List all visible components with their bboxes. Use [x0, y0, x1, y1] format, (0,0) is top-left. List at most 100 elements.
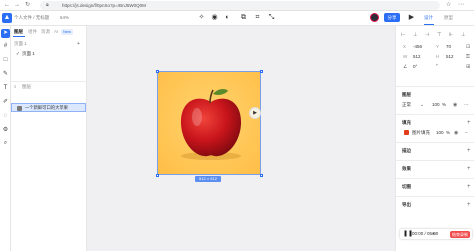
export-section-title: 导出 — [402, 202, 411, 207]
tab-assets[interactable]: 资源 — [41, 29, 50, 35]
address-bar[interactable]: 🔒︎ https://js.design/f/0pnSo?p=rBnJ5W0Q0… — [40, 1, 440, 10]
corner-radius-icon: ⌜ — [436, 64, 439, 70]
search-icon[interactable]: ⌕ — [1, 139, 10, 148]
divider — [396, 86, 474, 87]
resize-icon[interactable]: ⤡ — [267, 14, 276, 22]
back-arrow-icon[interactable]: ← — [4, 2, 10, 9]
tab-underline — [424, 24, 434, 25]
add-slice-icon[interactable]: + — [467, 184, 471, 190]
layer-name: 一个新鲜可口的大苹果 — [25, 105, 68, 110]
text-tool-icon[interactable]: T — [1, 84, 10, 93]
mask-icon[interactable]: ◉ — [210, 14, 219, 22]
align-left-icon[interactable]: ⊢ — [401, 32, 405, 38]
opacity-input[interactable]: 100 — [432, 102, 440, 108]
align-middle-icon[interactable]: ⊩ — [449, 32, 453, 38]
more-icon[interactable]: ⋯ — [458, 2, 464, 9]
canvas[interactable]: ▶ 512 × 512 — [88, 26, 394, 251]
divider — [396, 160, 474, 161]
move-tool-icon[interactable]: ➤ — [1, 29, 10, 38]
tab-layers[interactable]: 图层 — [14, 29, 23, 35]
pages-label[interactable]: 页面 1 — [14, 41, 27, 47]
y-input[interactable]: 70 — [446, 44, 451, 50]
h-input[interactable]: 512 — [446, 54, 454, 60]
plugin-tool-icon[interactable]: ⚙ — [1, 126, 10, 135]
forward-arrow-icon[interactable]: → — [14, 2, 20, 9]
stop-recording-button[interactable]: 结束录制 — [450, 230, 470, 238]
brush-tool-icon[interactable]: ✐ — [1, 98, 10, 107]
avatar[interactable] — [370, 13, 379, 22]
resize-handle[interactable] — [259, 69, 263, 73]
image-fill-swatch[interactable] — [404, 130, 409, 135]
chevron-right-icon[interactable]: ▶ — [249, 107, 261, 119]
image-frame[interactable] — [157, 71, 261, 175]
chevron-down-icon[interactable]: ⌄ — [420, 102, 424, 108]
breadcrumb[interactable]: 个人文件 / 无标题 — [14, 15, 49, 21]
frame-size-label: 512 × 512 — [195, 176, 221, 182]
x-input[interactable]: -456 — [413, 44, 422, 50]
component-icon[interactable]: ✧ — [197, 14, 206, 22]
remove-icon[interactable]: − — [465, 130, 468, 136]
tab-design[interactable]: 设计 — [424, 15, 433, 21]
microphone-icon[interactable]: ● — [432, 230, 435, 238]
contrast-icon[interactable]: ◐ — [223, 14, 232, 22]
shape-tool-icon[interactable]: □ — [1, 56, 10, 65]
bookmark-icon[interactable]: ☆ — [446, 2, 451, 9]
recording-player: ❚❚ 00:00 / 05:00 ● 结束录制 — [400, 229, 472, 239]
properties-panel: ⊢ ⊥ ⊣ ⊤ ⊩ ⊥ X -456 Y 70 ⊡ W 512 H 512 ⚿ … — [395, 26, 474, 251]
align-right-icon[interactable]: ⊣ — [425, 32, 429, 38]
add-page-icon[interactable]: + — [77, 41, 80, 47]
add-export-icon[interactable]: + — [467, 202, 471, 208]
add-fill-icon[interactable]: + — [467, 120, 471, 126]
frame-tool-icon[interactable]: # — [1, 42, 10, 51]
eye-icon[interactable]: ◉ — [453, 102, 457, 108]
align-center-icon[interactable]: ⊥ — [413, 32, 417, 38]
eye-icon[interactable]: ◉ — [454, 130, 458, 136]
add-stroke-icon[interactable]: + — [467, 148, 471, 154]
browser-bar: ← → ↻ 🔒︎ https://js.design/f/0pnSo?p=rBn… — [0, 0, 474, 11]
tab-underline — [13, 36, 25, 37]
blend-mode-select[interactable]: 正常 — [402, 102, 411, 108]
y-label: Y — [436, 44, 440, 49]
app-toolbar: ▲ 个人文件 / 无标题 64% ✧ ◉ ◐ ⧉ ⌗ ⤡ 分享 ▶ 设计 原型 — [0, 11, 474, 26]
fill-opacity-unit: % — [446, 130, 451, 135]
link-icon[interactable]: ⊡ — [466, 44, 470, 50]
play-icon[interactable]: ▶ — [407, 14, 416, 22]
fill-type[interactable]: 图片填充 — [412, 130, 430, 136]
stroke-section-title: 描边 — [402, 148, 411, 153]
resize-handle[interactable] — [155, 173, 159, 177]
page-item[interactable]: 页面 1 — [22, 51, 35, 57]
rotation-input[interactable]: 0° — [413, 64, 417, 70]
w-input[interactable]: 512 — [413, 54, 421, 60]
divider — [396, 178, 474, 179]
align-bottom-icon[interactable]: ⊥ — [461, 32, 465, 38]
resize-handle[interactable] — [155, 69, 159, 73]
expand-icon[interactable]: ⊞ — [466, 64, 470, 70]
align-top-icon[interactable]: ⊤ — [437, 32, 441, 38]
app-logo-icon[interactable]: ▲ — [2, 13, 12, 23]
fill-opacity-input[interactable]: 100 — [436, 130, 444, 136]
divider — [396, 196, 474, 197]
add-effect-icon[interactable]: + — [467, 166, 471, 172]
crop-icon[interactable]: ⌗ — [253, 14, 262, 22]
apple-image — [158, 72, 260, 174]
search-icon[interactable]: ⌕ — [14, 84, 17, 90]
layer-item[interactable]: 一个新鲜可口的大苹果 — [11, 103, 86, 112]
tab-prototype[interactable]: 原型 — [444, 15, 453, 21]
reload-icon[interactable]: ↻ — [25, 2, 30, 9]
share-button[interactable]: 分享 — [384, 13, 400, 22]
pen-tool-icon[interactable]: ✎ — [1, 70, 10, 79]
divider — [396, 114, 474, 115]
rotation-icon: ∠ — [403, 64, 408, 70]
fill-section-title: 填充 — [402, 120, 411, 125]
tab-ai[interactable]: AI — [54, 29, 58, 35]
opacity-unit: % — [442, 102, 447, 107]
more-icon[interactable]: ⋯ — [464, 102, 469, 108]
tab-components[interactable]: 组件 — [28, 29, 37, 35]
lock-icon: 🔒︎ — [46, 2, 49, 8]
zoom-level[interactable]: 64% — [60, 15, 69, 21]
lock-ratio-icon[interactable]: ⚿ — [466, 54, 470, 60]
resize-handle[interactable] — [259, 173, 263, 177]
boolean-icon[interactable]: ⧉ — [239, 14, 248, 22]
comment-tool-icon[interactable]: ◌ — [1, 112, 10, 121]
layers-panel: 图层 组件 资源 AI New 页面 1 + ✓ 页面 1 ⌕ 图层 一个新鲜可… — [11, 26, 87, 251]
